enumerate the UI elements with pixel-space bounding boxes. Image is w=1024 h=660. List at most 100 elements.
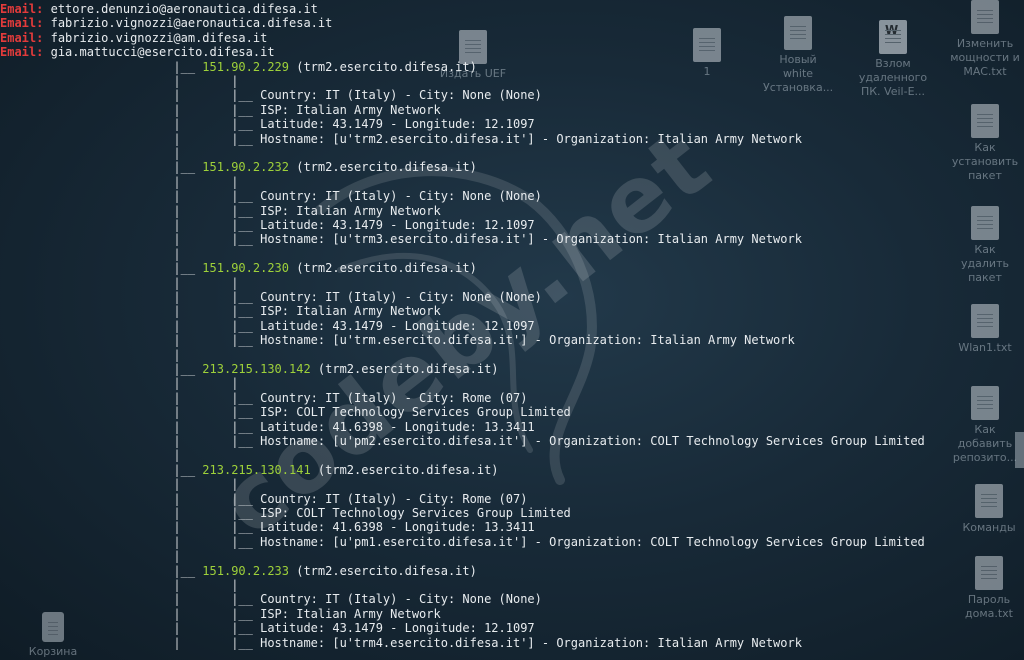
detail-line: | |__ ISP: Italian Army Network [0, 103, 440, 117]
document-icon [971, 386, 999, 420]
scrollbar-thumb[interactable] [1015, 432, 1024, 468]
tree-sub: |__ [231, 635, 261, 650]
host-isp: ISP: Italian Army Network [260, 304, 441, 319]
tree-line: | | [0, 477, 238, 491]
desktop-icon-label: Как удалить пакет [961, 243, 1009, 284]
tree-sub: |__ [231, 333, 261, 348]
host-hostname: Hostname: [u'pm1.esercito.difesa.it'] - … [260, 534, 925, 549]
tree-sub: |__ [231, 232, 261, 247]
tree-pipe: | [173, 275, 181, 290]
tree-sub: |__ [231, 318, 261, 333]
detail-line: | |__ Latitude: 43.1479 - Longitude: 12.… [0, 117, 534, 131]
email-value: ettore.denunzio@aeronautica.difesa.it [50, 2, 318, 16]
email-value: gia.mattucci@esercito.difesa.it [50, 45, 275, 60]
detail-line: | |__ Hostname: [u'trm3.esercito.difesa.… [0, 232, 802, 246]
desktop-icon-file[interactable]: Команды [954, 484, 1024, 535]
tree-pipe: | [231, 376, 239, 391]
desktop-icon-file[interactable]: Изменить мощности и MAC.txt [950, 0, 1020, 79]
host-ip: 151.90.2.232 [202, 160, 289, 175]
email-line: Email: gia.mattucci@esercito.difesa.it [0, 45, 275, 59]
text-file-icon [975, 556, 1003, 590]
host-name: (trm2.esercito.difesa.it) [296, 160, 477, 175]
tree-sub: |__ [231, 606, 261, 621]
tree-pipe: | [173, 491, 181, 506]
detail-line: | |__ ISP: Italian Army Network [0, 606, 440, 621]
tree-pipe: | [173, 390, 181, 405]
tree-line: | | [0, 74, 238, 88]
tree-branch: |__ [173, 563, 203, 578]
tree-pipe: | [173, 635, 181, 650]
host-header-line: |__ 151.90.2.229 (trm2.esercito.difesa.i… [0, 60, 476, 74]
tree-sub: |__ [231, 506, 261, 520]
host-isp: ISP: Italian Army Network [260, 203, 441, 218]
tree-pipe: | [173, 146, 181, 160]
desktop-icon-file[interactable]: Новый white Установка... [763, 16, 833, 95]
host-ip: 151.90.2.230 [202, 261, 289, 276]
detail-line: | |__ Hostname: [u'trm4.esercito.difesa.… [0, 636, 802, 650]
desktop-icon-file[interactable]: 1 [672, 28, 742, 79]
email-label: Email: [0, 2, 44, 16]
desktop-icon-file[interactable]: Взлом удаленного ПК. Veil-E... [858, 20, 928, 99]
tree-pipe: | [173, 520, 181, 535]
tree-pipe: | [173, 304, 181, 319]
host-latlon: Latitude: 41.6398 - Longitude: 13.3411 [260, 520, 535, 535]
host-name: (trm2.esercito.difesa.it) [317, 362, 499, 376]
desktop-icon-label: Пароль дома.txt [964, 593, 1013, 620]
detail-line: | |__ Country: IT (Italy) - City: None (… [0, 88, 541, 102]
host-name: (trm2.esercito.difesa.it) [317, 462, 499, 477]
email-line: Email: fabrizio.vignozzi@am.difesa.it [0, 31, 267, 45]
detail-line: | |__ Country: IT (Italy) - City: None (… [0, 592, 542, 607]
host-country: Country: IT (Italy) - City: None (None) [260, 592, 542, 607]
desktop-icon-file[interactable]: Как добавить репозито... [950, 386, 1020, 465]
tree-pipe: | [231, 477, 239, 492]
tree-pipe: | [173, 131, 181, 146]
email-label: Email: [0, 16, 44, 31]
host-ip: 213.215.130.141 [202, 462, 311, 477]
word-document-icon [879, 20, 907, 54]
desktop-icon-label: Взлом удаленного ПК. Veil-E... [858, 57, 928, 98]
tree-sub: |__ [231, 203, 261, 218]
desktop-icon-file[interactable]: Как установить пакет [950, 104, 1020, 183]
desktop-icon-file[interactable]: Как удалить пакет [950, 206, 1020, 285]
tree-pipe: | [173, 448, 181, 463]
desktop-icon-file[interactable]: Пароль дома.txt [954, 556, 1024, 621]
desktop-icon-file[interactable]: Wlan1.txt [950, 304, 1020, 355]
document-icon [971, 206, 999, 240]
tree-pipe: | [173, 506, 181, 520]
host-header-line: |__ 213.215.130.141 (trm2.esercito.difes… [0, 462, 499, 477]
host-header-line: |__ 151.90.2.232 (trm2.esercito.difesa.i… [0, 160, 477, 175]
tree-pipe: | [173, 189, 181, 204]
tree-pipe: | [173, 174, 181, 189]
